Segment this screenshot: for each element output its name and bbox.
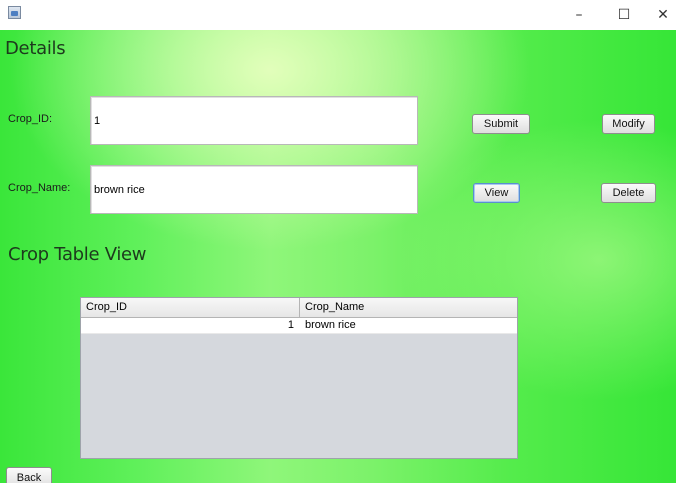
crop-table[interactable]: Crop_ID Crop_Name 1 brown rice [80,297,518,459]
column-header-crop-id[interactable]: Crop_ID [81,298,300,317]
table-row[interactable]: 1 brown rice [81,318,517,334]
java-app-icon [8,6,21,19]
cell-crop-id: 1 [287,319,294,331]
modify-button[interactable]: Modify [602,114,655,134]
crop-table-heading: Crop Table View [8,244,147,265]
back-button[interactable]: Back [6,467,52,483]
view-button[interactable]: View [473,183,520,203]
details-heading: Details [5,38,66,59]
crop-name-field[interactable] [90,165,418,214]
maximize-button[interactable]: ☐ [604,0,644,30]
column-header-crop-name[interactable]: Crop_Name [300,298,517,317]
delete-button[interactable]: Delete [601,183,656,203]
title-bar: – ☐ ✕ [0,0,676,30]
table-header: Crop_ID Crop_Name [81,298,517,318]
minimize-button[interactable]: – [559,0,599,30]
crop-id-label: Crop_ID: [8,113,53,125]
details-panel: Details Crop_ID: Crop_Name: Submit Modif… [0,30,676,483]
close-button[interactable]: ✕ [643,0,676,30]
crop-name-label: Crop_Name: [8,182,71,194]
submit-button[interactable]: Submit [472,114,530,134]
cell-crop-name: brown rice [305,319,356,331]
crop-id-field[interactable] [90,96,418,145]
